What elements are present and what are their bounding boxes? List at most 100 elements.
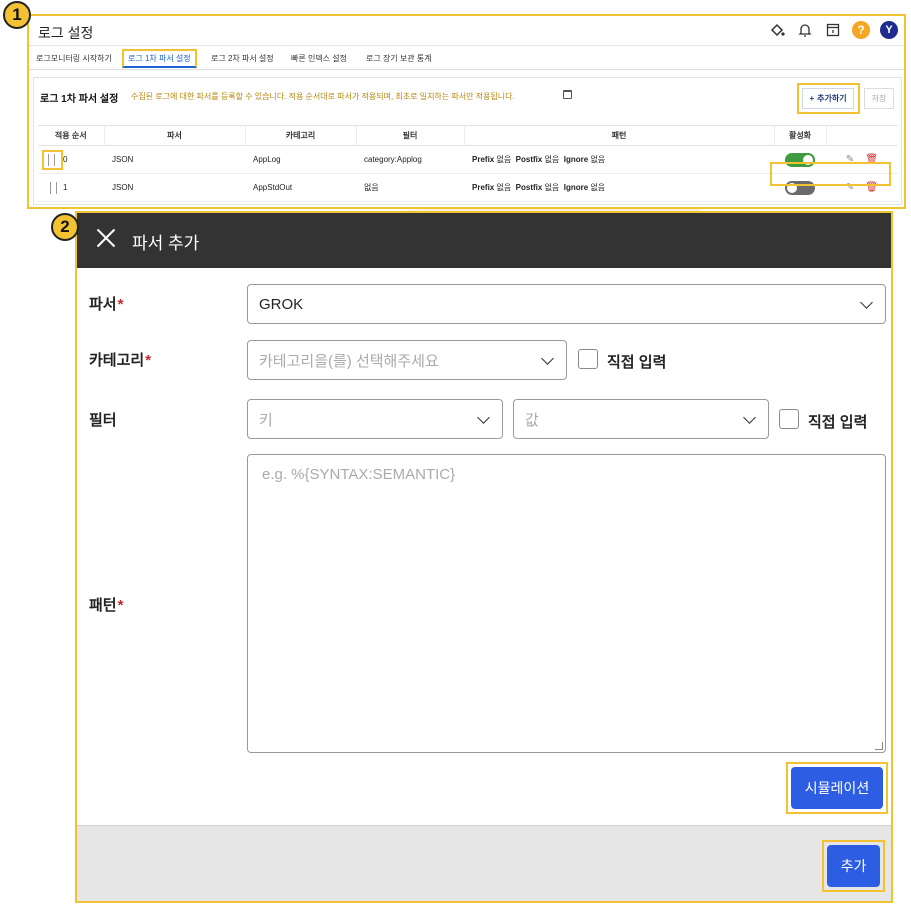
drag-handle-icon[interactable] bbox=[50, 181, 57, 194]
category-direct-input-label: 직접 입력 bbox=[607, 354, 667, 371]
add-parser-button[interactable]: + 추가하기 bbox=[802, 88, 854, 109]
top-icons: ? Y bbox=[768, 21, 898, 39]
save-button[interactable]: 저장 bbox=[864, 88, 894, 109]
submit-add-button[interactable]: 추가 bbox=[827, 845, 880, 887]
col-actions bbox=[826, 125, 898, 146]
enabled-toggle[interactable] bbox=[785, 152, 815, 167]
postfix-value: 없음 bbox=[544, 183, 560, 192]
pattern-field-label: 패턴* bbox=[89, 597, 124, 614]
prefix-label: Prefix bbox=[472, 155, 495, 164]
step-badge-1: 1 bbox=[3, 1, 31, 29]
tab-bar: 로그모니터링 시작하기 로그 1차 파서 설정 로그 2차 파서 설정 빠른 인… bbox=[29, 46, 904, 70]
modal-title: 파서 추가 bbox=[132, 234, 200, 253]
pattern-placeholder: e.g. %{SYNTAX:SEMANTIC} bbox=[262, 466, 456, 483]
modal-header: 파서 추가 bbox=[77, 213, 891, 268]
step-badge-2: 2 bbox=[51, 213, 79, 241]
filter-cell: 없음 bbox=[356, 173, 464, 202]
postfix-label: Postfix bbox=[515, 183, 543, 192]
avatar[interactable]: Y bbox=[880, 21, 898, 39]
delete-icon[interactable]: 🗑 bbox=[865, 182, 878, 193]
drag-handle-icon[interactable] bbox=[48, 153, 55, 166]
section-title: 로그 1차 파서 설정 bbox=[40, 94, 119, 105]
pattern-cell: Prefix 없음 Postfix 없음 Ignore 없음 bbox=[464, 173, 774, 202]
ignore-value: 없음 bbox=[590, 155, 606, 164]
prefix-value: 없음 bbox=[496, 155, 512, 164]
category-field-label: 카테고리* bbox=[89, 352, 152, 369]
pattern-cell: Prefix 없음 Postfix 없음 Ignore 없음 bbox=[464, 145, 774, 174]
parser-select[interactable]: GROK bbox=[247, 284, 886, 324]
chevron-down-icon bbox=[541, 352, 554, 365]
filter-cell: category:Applog bbox=[356, 145, 464, 174]
parser-cell: JSON bbox=[104, 173, 245, 202]
category-direct-input-checkbox[interactable] bbox=[578, 349, 598, 369]
help-icon[interactable]: ? bbox=[852, 21, 870, 39]
drag-handle-highlight bbox=[42, 149, 63, 170]
tab-fast-index[interactable]: 빠른 인덱스 설정 bbox=[287, 49, 351, 68]
parser-field-label: 파서* bbox=[89, 296, 124, 313]
actions-cell: ✎ 🗑 bbox=[826, 173, 898, 202]
prefix-label: Prefix bbox=[472, 183, 495, 192]
log-settings-window: 로그 설정 ? Y 로그모니터링 시작하기 로그 1차 파서 설정 로그 2차 … bbox=[27, 14, 906, 209]
filter-direct-input-checkbox[interactable] bbox=[779, 409, 799, 429]
tab-secondary-parser[interactable]: 로그 2차 파서 설정 bbox=[207, 49, 278, 68]
order-cell: 0 bbox=[38, 145, 104, 174]
delete-icon[interactable]: 🗑 bbox=[865, 154, 878, 165]
chevron-down-icon bbox=[477, 411, 490, 424]
chevron-down-icon bbox=[743, 411, 756, 424]
tab-primary-parser[interactable]: 로그 1차 파서 설정 bbox=[122, 49, 197, 68]
tab-long-term-storage[interactable]: 로그 장기 보관 통계 bbox=[362, 49, 436, 68]
modal-footer bbox=[77, 825, 891, 901]
col-enabled: 활성화 bbox=[774, 125, 827, 146]
table-row: 1 JSON AppStdOut 없음 Prefix 없음 Postfix 없음… bbox=[38, 173, 898, 202]
col-order: 적용 순서 bbox=[38, 125, 105, 146]
plus-icon: + bbox=[809, 94, 815, 103]
screenshot: 로그 설정 ? Y 로그모니터링 시작하기 로그 1차 파서 설정 로그 2차 … bbox=[0, 0, 911, 911]
postfix-value: 없음 bbox=[544, 155, 560, 164]
actions-cell: ✎ 🗑 bbox=[826, 145, 898, 174]
col-parser: 파서 bbox=[104, 125, 246, 146]
calendar-small-icon bbox=[563, 90, 572, 99]
table-row: 0 JSON AppLog category:Applog Prefix 없음 … bbox=[38, 145, 898, 174]
category-cell: AppStdOut bbox=[245, 173, 356, 202]
resize-handle-icon[interactable] bbox=[875, 742, 883, 750]
filter-key-placeholder: 키 bbox=[259, 411, 273, 429]
col-pattern: 패턴 bbox=[464, 125, 775, 146]
parser-value: GROK bbox=[259, 295, 304, 313]
col-filter: 필터 bbox=[356, 125, 465, 146]
edit-icon[interactable]: ✎ bbox=[846, 182, 854, 193]
filter-key-select[interactable]: 키 bbox=[247, 399, 503, 439]
filter-field-label: 필터 bbox=[89, 412, 117, 429]
category-cell: AppLog bbox=[245, 145, 356, 174]
col-category: 카테고리 bbox=[245, 125, 357, 146]
ignore-label: Ignore bbox=[563, 183, 589, 192]
prefix-value: 없음 bbox=[496, 183, 512, 192]
calendar-icon[interactable] bbox=[824, 21, 842, 39]
category-select[interactable]: 카테고리을(를) 선택해주세요 bbox=[247, 340, 567, 380]
app-title: 로그 설정 bbox=[38, 25, 94, 41]
chevron-down-icon bbox=[860, 296, 873, 309]
add-parser-modal: 파서 추가 파서* GROK 카테고리* 카테고리을(를) 선택해주세요 직접 … bbox=[75, 211, 893, 903]
pattern-textarea[interactable]: e.g. %{SYNTAX:SEMANTIC} bbox=[247, 454, 886, 753]
close-icon[interactable] bbox=[94, 226, 118, 250]
paint-bucket-icon[interactable] bbox=[768, 21, 786, 39]
filter-value-select[interactable]: 값 bbox=[513, 399, 769, 439]
ignore-value: 없음 bbox=[590, 183, 606, 192]
tab-log-monitoring-start[interactable]: 로그모니터링 시작하기 bbox=[32, 49, 116, 68]
postfix-label: Postfix bbox=[515, 155, 543, 164]
filter-direct-input-label: 직접 입력 bbox=[808, 414, 868, 431]
edit-icon[interactable]: ✎ bbox=[846, 154, 854, 165]
order-cell: 1 bbox=[38, 173, 104, 202]
parser-settings-card: 로그 1차 파서 설정 수집된 로그에 대한 파서를 등록할 수 있습니다. 적… bbox=[33, 77, 902, 205]
parser-table: 적용 순서 파서 카테고리 필터 패턴 활성화 0 JSON AppLog ca… bbox=[38, 125, 898, 202]
title-bar: 로그 설정 ? Y bbox=[29, 16, 904, 46]
enabled-toggle[interactable] bbox=[785, 180, 815, 195]
filter-value-placeholder: 값 bbox=[525, 411, 539, 429]
table-header-row: 적용 순서 파서 카테고리 필터 패턴 활성화 bbox=[38, 125, 898, 146]
category-placeholder: 카테고리을(를) 선택해주세요 bbox=[259, 352, 439, 370]
section-description: 수집된 로그에 대한 파서를 등록할 수 있습니다. 적용 순서대로 파서가 적… bbox=[131, 92, 515, 101]
bell-icon[interactable] bbox=[796, 21, 814, 39]
simulate-button[interactable]: 시뮬레이션 bbox=[791, 767, 883, 809]
parser-cell: JSON bbox=[104, 145, 245, 174]
enabled-cell bbox=[774, 145, 826, 174]
enabled-cell bbox=[774, 173, 826, 202]
